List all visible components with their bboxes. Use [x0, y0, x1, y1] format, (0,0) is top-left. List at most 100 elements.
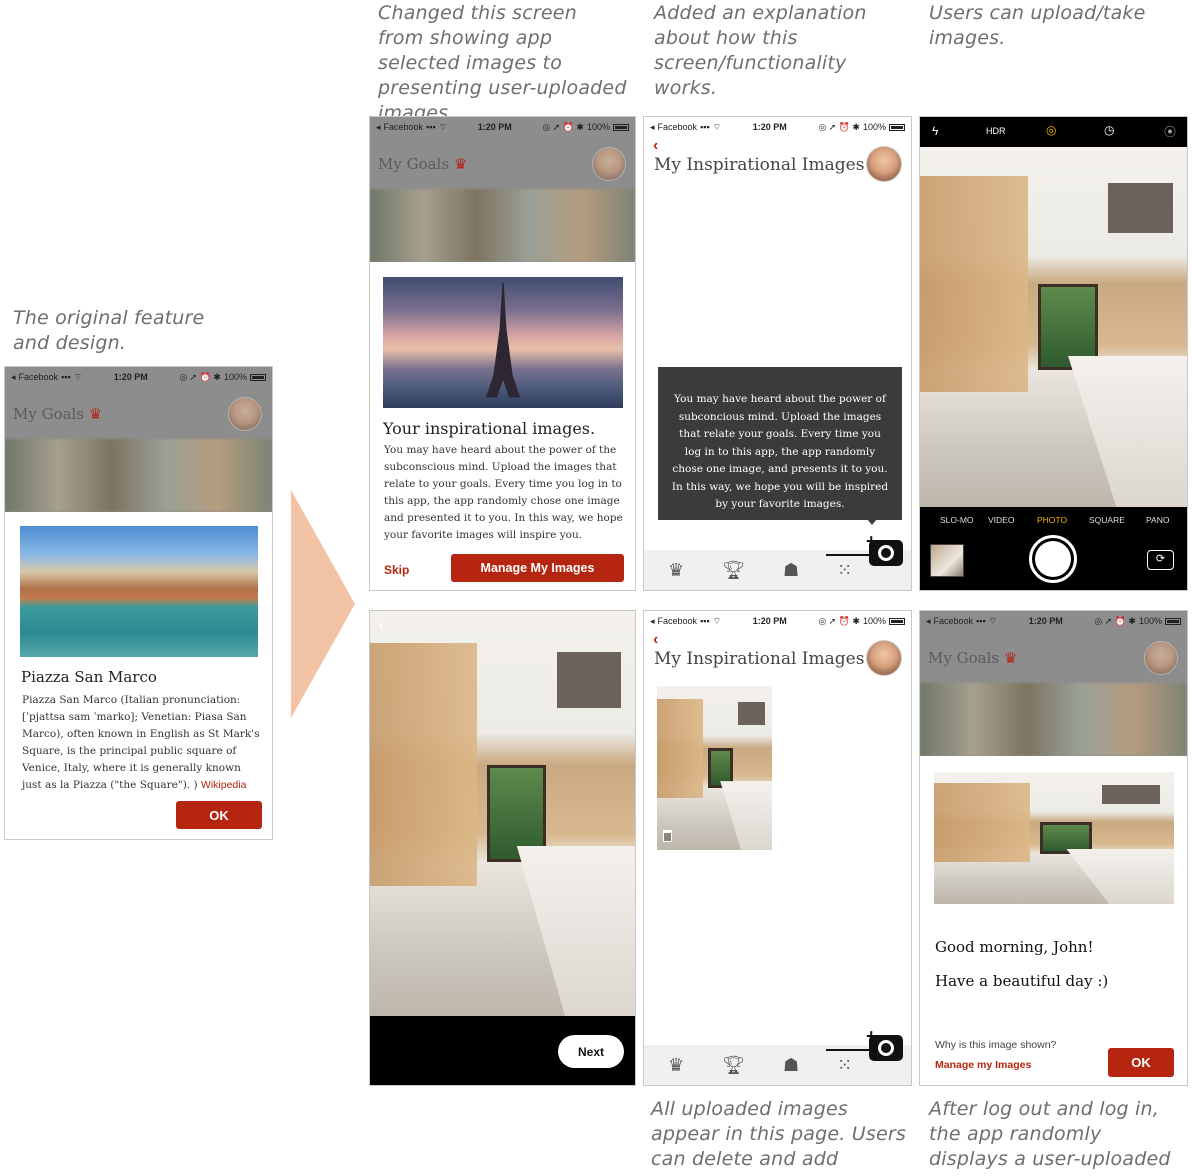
mode-pano[interactable]: PANO — [1146, 515, 1169, 525]
wifi-icon: ⌔ — [712, 121, 722, 132]
grid-icon[interactable]: ⁙ — [837, 560, 852, 581]
paris-photo — [383, 277, 623, 408]
avatar[interactable] — [866, 146, 902, 182]
screen-image-preview: ‹ Next — [369, 610, 636, 1086]
screen-intro: My Goals ♛ ◂ Facebook ▪▪▪ ⌔ 1:20 PM ◎ ➚ ⏰ ✱… — [369, 116, 636, 591]
eiffel-tower — [486, 282, 520, 398]
battery-icon — [613, 123, 629, 131]
last-photo-thumbnail[interactable] — [930, 544, 964, 577]
back-to-app-icon: ◂ — [650, 121, 655, 132]
battery-icon — [1165, 617, 1181, 625]
caption-upload: Users can upload/take images. — [929, 2, 1146, 49]
trophy-icon[interactable]: 🏆︎ — [722, 560, 745, 581]
blurred-header: My Goals ♛ — [920, 611, 1187, 756]
mode-slo-mo[interactable]: SLO-MO — [940, 515, 974, 525]
crown-icon[interactable]: ♛ — [668, 1055, 684, 1076]
camera-connector-line — [826, 1049, 870, 1051]
wifi-icon: ⌔ — [73, 371, 83, 382]
crown-icon: ♛ — [88, 405, 103, 423]
caption-all-uploaded: All uploaded images appear in this page.… — [651, 1098, 906, 1176]
alarm-icon: ◎ ➚ ⏰ ✱ — [1094, 615, 1136, 626]
venice-photo — [20, 526, 258, 657]
intro-card: Your inspirational images. You may have … — [370, 262, 635, 590]
ok-button[interactable]: OK — [176, 801, 262, 829]
wifi-icon: ⌔ — [712, 615, 722, 626]
flash-icon[interactable]: ϟ — [932, 124, 938, 138]
switch-camera-icon[interactable]: ⟳ — [1147, 550, 1174, 570]
timer-icon[interactable]: ◷ — [1104, 123, 1114, 137]
why-shown-text: Why is this image shown? — [935, 1039, 1057, 1051]
back-to-app-icon: ◂ — [376, 121, 381, 132]
caption-after-login: After log out and log in, the app random… — [929, 1098, 1171, 1176]
blurred-header: My Goals ♛ — [5, 367, 272, 512]
manage-images-button[interactable]: Manage My Images — [451, 554, 624, 582]
ok-button[interactable]: OK — [1108, 1048, 1174, 1077]
hdr-toggle[interactable]: HDR — [986, 126, 1006, 136]
uploaded-image-thumbnail[interactable] — [657, 686, 772, 850]
back-chevron-icon[interactable]: ‹ — [653, 137, 658, 155]
caption-explanation: Added an explanation about how this scre… — [654, 2, 867, 99]
crown-icon[interactable]: ♛ — [668, 560, 684, 581]
signal-icon: ▪▪▪ — [426, 122, 436, 132]
signal-icon: ▪▪▪ — [700, 122, 710, 132]
greeting-line-2: Have a beautiful day :) — [935, 972, 1109, 990]
shutter-button[interactable] — [1029, 535, 1077, 583]
battery-icon — [889, 123, 905, 131]
crown-icon: ♛ — [1003, 649, 1018, 667]
trophy-icon[interactable]: 🏆︎ — [722, 1055, 745, 1076]
status-bar: ◂ Facebook ▪▪▪ ⌔ 1:20 PM ◎ ➚ ⏰ ✱ 100% — [370, 117, 635, 137]
grid-icon[interactable]: ⁙ — [837, 1055, 852, 1076]
book-icon[interactable]: ☗ — [783, 560, 799, 581]
card-body: Piazza San Marco (Italian pronunciation:… — [22, 694, 260, 791]
mode-square[interactable]: SQUARE — [1089, 515, 1125, 525]
delete-trash-icon[interactable] — [663, 830, 672, 842]
add-photo-camera-icon[interactable] — [869, 540, 903, 566]
greeting-line-1: Good morning, John! — [935, 938, 1094, 956]
mode-video[interactable]: VIDEO — [988, 515, 1014, 525]
random-inspirational-image — [934, 772, 1174, 904]
caption-changed: Changed this screen from showing app sel… — [378, 2, 627, 124]
info-card: Piazza San Marco Piazza San Marco (Itali… — [5, 512, 272, 839]
greeting-card: Good morning, John! Have a beautiful day… — [920, 756, 1187, 1085]
card-title: Piazza San Marco — [21, 668, 157, 686]
crown-icon: ♛ — [453, 155, 468, 173]
battery-icon — [889, 617, 905, 625]
manage-my-images-link[interactable]: Manage my Images — [935, 1059, 1031, 1071]
alarm-icon: ◎ ➚ ⏰ ✱ — [818, 615, 860, 626]
signal-icon: ▪▪▪ — [700, 616, 710, 626]
alarm-icon: ◎ ➚ ⏰ ✱ — [818, 121, 860, 132]
signal-icon: ▪▪▪ — [61, 372, 71, 382]
avatar[interactable] — [866, 640, 902, 676]
back-chevron-icon[interactable]: ‹ — [379, 617, 384, 635]
status-bar: ◂ Facebook ▪▪▪ ⌔ 1:20 PM ◎ ➚ ⏰ ✱ 100% — [5, 367, 272, 387]
book-icon[interactable]: ☗ — [783, 1055, 799, 1076]
mode-photo[interactable]: PHOTO — [1037, 515, 1067, 525]
status-bar: ◂ Facebook ▪▪▪ ⌔ 1:20 PM ◎ ➚ ⏰ ✱ 100% — [920, 611, 1187, 631]
camera-mode-strip: SLO-MO VIDEO PHOTO SQUARE PANO — [920, 515, 1187, 529]
blurred-header: My Goals ♛ — [370, 117, 635, 262]
next-button[interactable]: Next — [558, 1035, 624, 1068]
preview-photo — [370, 611, 635, 1016]
camera-viewfinder — [920, 147, 1187, 507]
skip-link[interactable]: Skip — [384, 563, 409, 577]
add-photo-camera-icon[interactable] — [869, 1035, 903, 1061]
screen-camera: ϟ HDR ◎ ◷ ⦿ SLO-MO VIDEO PHOTO SQUARE PA… — [919, 116, 1188, 591]
goals-title: My Goals ♛ — [928, 649, 1018, 667]
camera-top-bar: ϟ HDR ◎ ◷ ⦿ — [920, 117, 1187, 147]
status-bar: ◂ Facebook ▪▪▪ ⌔ 1:20 PM ◎ ➚ ⏰ ✱ 100% — [644, 611, 911, 631]
battery-icon — [250, 373, 266, 381]
screen-inspirational-empty: ◂ Facebook ▪▪▪ ⌔ 1:20 PM ◎ ➚ ⏰ ✱ 100% ‹ My I… — [643, 116, 912, 591]
page-title: My Inspirational Images — [654, 649, 865, 669]
goals-title: My Goals ♛ — [13, 405, 103, 423]
back-chevron-icon[interactable]: ‹ — [653, 631, 658, 649]
wikipedia-link[interactable]: Wikipedia — [201, 779, 247, 791]
filters-icon[interactable]: ⦿ — [1164, 123, 1176, 140]
camera-connector-line — [826, 554, 870, 556]
explanation-tooltip: You may have heard about the power of su… — [658, 367, 902, 520]
live-photo-icon[interactable]: ◎ — [1046, 123, 1056, 137]
goals-title: My Goals ♛ — [378, 155, 468, 173]
status-bar: ◂ Facebook ▪▪▪ ⌔ 1:20 PM ◎ ➚ ⏰ ✱ 100% — [644, 117, 911, 137]
intro-body: You may have heard about the power of th… — [384, 444, 623, 541]
caption-original: The original feature and design. — [13, 307, 205, 354]
avatar — [228, 397, 262, 431]
